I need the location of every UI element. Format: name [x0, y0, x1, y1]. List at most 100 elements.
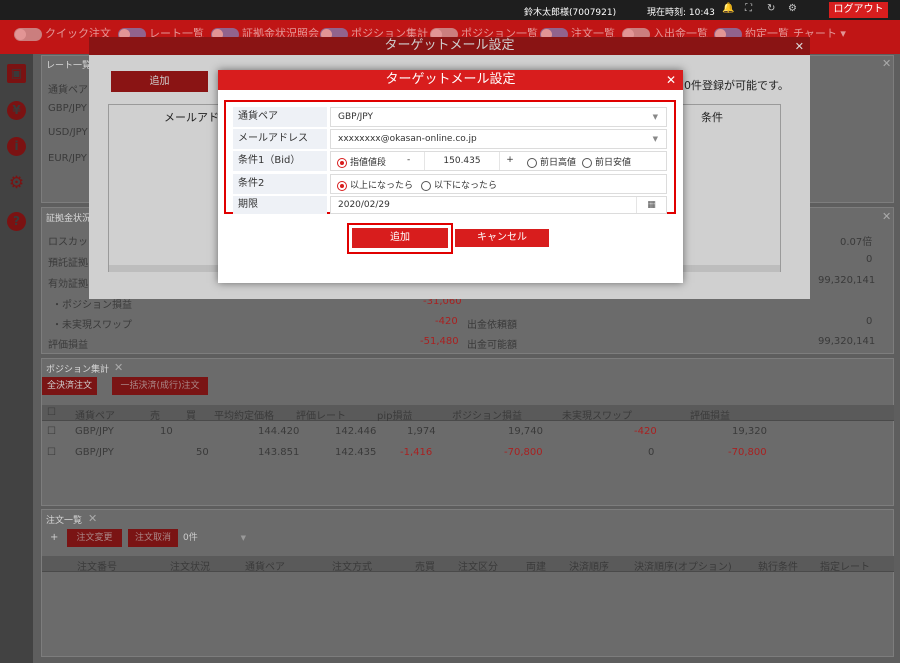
column-header: 指定レート [820, 562, 870, 573]
column-header: 注文方式 [332, 562, 372, 573]
cell: 10 [160, 426, 173, 437]
pair-select[interactable]: GBP/JPY ▼ [330, 107, 667, 127]
table-row[interactable]: ☐ GBP/JPY 50 143.851 142.435 -1,416 -70,… [42, 444, 772, 464]
checkbox[interactable]: ☐ [47, 426, 56, 437]
column-header: 決済順序(オプション) [634, 562, 732, 573]
margin-value: -420 [435, 316, 458, 327]
close-all-button[interactable]: 全決済注文 [42, 377, 97, 395]
logout-button[interactable]: ログアウト [829, 2, 888, 18]
cell: 142.446 [335, 426, 377, 437]
close-icon[interactable]: ✕ [88, 512, 97, 525]
column-header: 執行条件 [758, 562, 798, 573]
panel-title: 注文一覧 [46, 516, 83, 526]
price-input[interactable]: 150.435 [424, 152, 500, 170]
toggle-switch-icon [14, 27, 42, 41]
column-header: 通貨ペア [75, 411, 115, 422]
cell: -1,416 [400, 447, 433, 458]
cond2-field: 以上になったら 以下になったら [330, 174, 667, 194]
checkbox[interactable]: ☐ [47, 447, 56, 458]
radio-label: 前日安値 [595, 158, 632, 168]
cell: 0 [648, 447, 655, 458]
table-header: ☐ 通貨ペア 売 買 平均約定価格 評価レート pip損益 ポジション損益 未実… [42, 405, 894, 422]
radio-unchecked-icon [582, 157, 592, 168]
gear-icon[interactable]: ⚙ [7, 174, 26, 193]
margin-label: 有効証拠 [48, 279, 88, 290]
user-name: 鈴木太郎様(7007921) [524, 8, 617, 18]
column-header: 評価レート [296, 411, 346, 422]
info-icon[interactable]: i [7, 137, 26, 156]
rate-row[interactable]: EUR/JPY [48, 153, 87, 164]
mail-setting-form: 通貨ペア GBP/JPY ▼ メールアドレス xxxxxxxx@okasan-on… [224, 100, 676, 214]
column-header: 条件 [701, 111, 723, 124]
cell: 19,320 [732, 426, 767, 437]
gear-icon[interactable]: ⚙ [788, 3, 797, 14]
sidebar: ▣ ¥ i ⚙ ? [0, 54, 33, 663]
column-header: 注文区分 [458, 562, 498, 573]
cond1-field: 指値値段 - 150.435 + 前日高値 前日安値 [330, 151, 667, 171]
position-summary-panel: ポジション集計 ✕ 全決済注文 一括決済(成行)注文 ☐ 通貨ペア 売 買 平均… [41, 358, 894, 506]
close-icon[interactable]: ✕ [114, 361, 123, 374]
radio-above[interactable]: 以上になったら [337, 178, 413, 191]
mail-select[interactable]: xxxxxxxx@okasan-online.co.jp ▼ [330, 129, 667, 149]
pair-label: 通貨ペア [233, 107, 327, 127]
bell-icon[interactable]: 🔔 [722, 3, 734, 14]
pair-value: GBP/JPY [338, 112, 373, 122]
yen-icon[interactable]: ¥ [7, 101, 26, 120]
limit-date-input[interactable]: 2020/02/29 ▦ [330, 196, 667, 214]
rate-row[interactable]: GBP/JPY [48, 103, 87, 114]
radio-limit-price[interactable]: 指値値段 [337, 155, 386, 168]
cancel-button[interactable]: キャンセル [455, 229, 549, 247]
bulk-close-button[interactable]: 一括決済(成行)注文 [112, 377, 208, 395]
column-header: 通貨ペア [245, 562, 285, 573]
fullscreen-icon[interactable]: ⛶ [745, 3, 752, 14]
order-count-select[interactable]: 0件 ▼ [180, 529, 250, 547]
radio-prev-high[interactable]: 前日高値 [527, 155, 576, 168]
order-change-button[interactable]: 注文変更 [67, 529, 122, 547]
panel-title: 証拠金状況 [46, 214, 92, 224]
rate-row[interactable]: USD/JPY [48, 127, 88, 138]
close-icon[interactable]: ✕ [882, 57, 891, 70]
top-bar: 鈴木太郎様(7007921) 現在時刻: 10:43 🔔 ⛶ ↻ ⚙ ログアウト [0, 0, 900, 20]
minus-button[interactable]: - [407, 155, 410, 165]
rate-row: 通貨ペア [48, 85, 88, 96]
close-icon[interactable]: ✕ [882, 210, 891, 223]
cell: 143.851 [258, 447, 300, 458]
checkbox[interactable]: ☐ [47, 407, 56, 418]
radio-checked-icon [337, 157, 347, 168]
radio-prev-low[interactable]: 前日安値 [582, 155, 631, 168]
plus-button[interactable]: + [500, 155, 520, 165]
margin-right-value: 0 [866, 254, 873, 265]
radio-label: 前日高値 [540, 158, 577, 168]
add-button[interactable]: 追加 [352, 228, 448, 248]
order-cancel-button[interactable]: 注文取消 [128, 529, 178, 547]
radio-below[interactable]: 以下になったら [421, 178, 497, 191]
chevron-down-icon: ▼ [240, 534, 246, 542]
add-icon[interactable]: + [50, 532, 58, 543]
column-header: 評価損益 [690, 411, 730, 422]
table-row[interactable]: ☐ GBP/JPY 10 144.420 142.446 1,974 19,74… [42, 423, 772, 443]
cond1-label: 条件1（Bid） [233, 151, 327, 171]
save-icon[interactable]: ▣ [7, 64, 26, 83]
cell: 19,740 [508, 426, 543, 437]
margin-right-value: 0 [866, 316, 873, 327]
close-icon[interactable]: ✕ [666, 73, 676, 87]
panel-title: ポジション集計 [46, 365, 110, 375]
radio-unchecked-icon [421, 180, 431, 191]
add-button[interactable]: 追加 [111, 71, 208, 92]
help-icon[interactable]: ? [7, 212, 26, 231]
cell: -70,800 [504, 447, 543, 458]
refresh-icon[interactable]: ↻ [767, 3, 775, 14]
margin-right-label: 出金依頼額 [467, 320, 517, 331]
limit-value: 2020/02/29 [338, 200, 390, 210]
column-header: pip損益 [377, 411, 413, 422]
column-header: 売 [150, 411, 160, 422]
column-header: 注文番号 [77, 562, 117, 573]
cell: 50 [196, 447, 209, 458]
margin-right-value: 99,320,141 [818, 275, 876, 286]
registration-note: 0件登録が可能です。 [684, 79, 789, 92]
radio-label: 指値値段 [350, 158, 387, 168]
close-icon[interactable]: ✕ [795, 40, 804, 53]
cell: -420 [634, 426, 657, 437]
cell: GBP/JPY [75, 426, 114, 437]
calendar-icon[interactable]: ▦ [636, 197, 666, 213]
